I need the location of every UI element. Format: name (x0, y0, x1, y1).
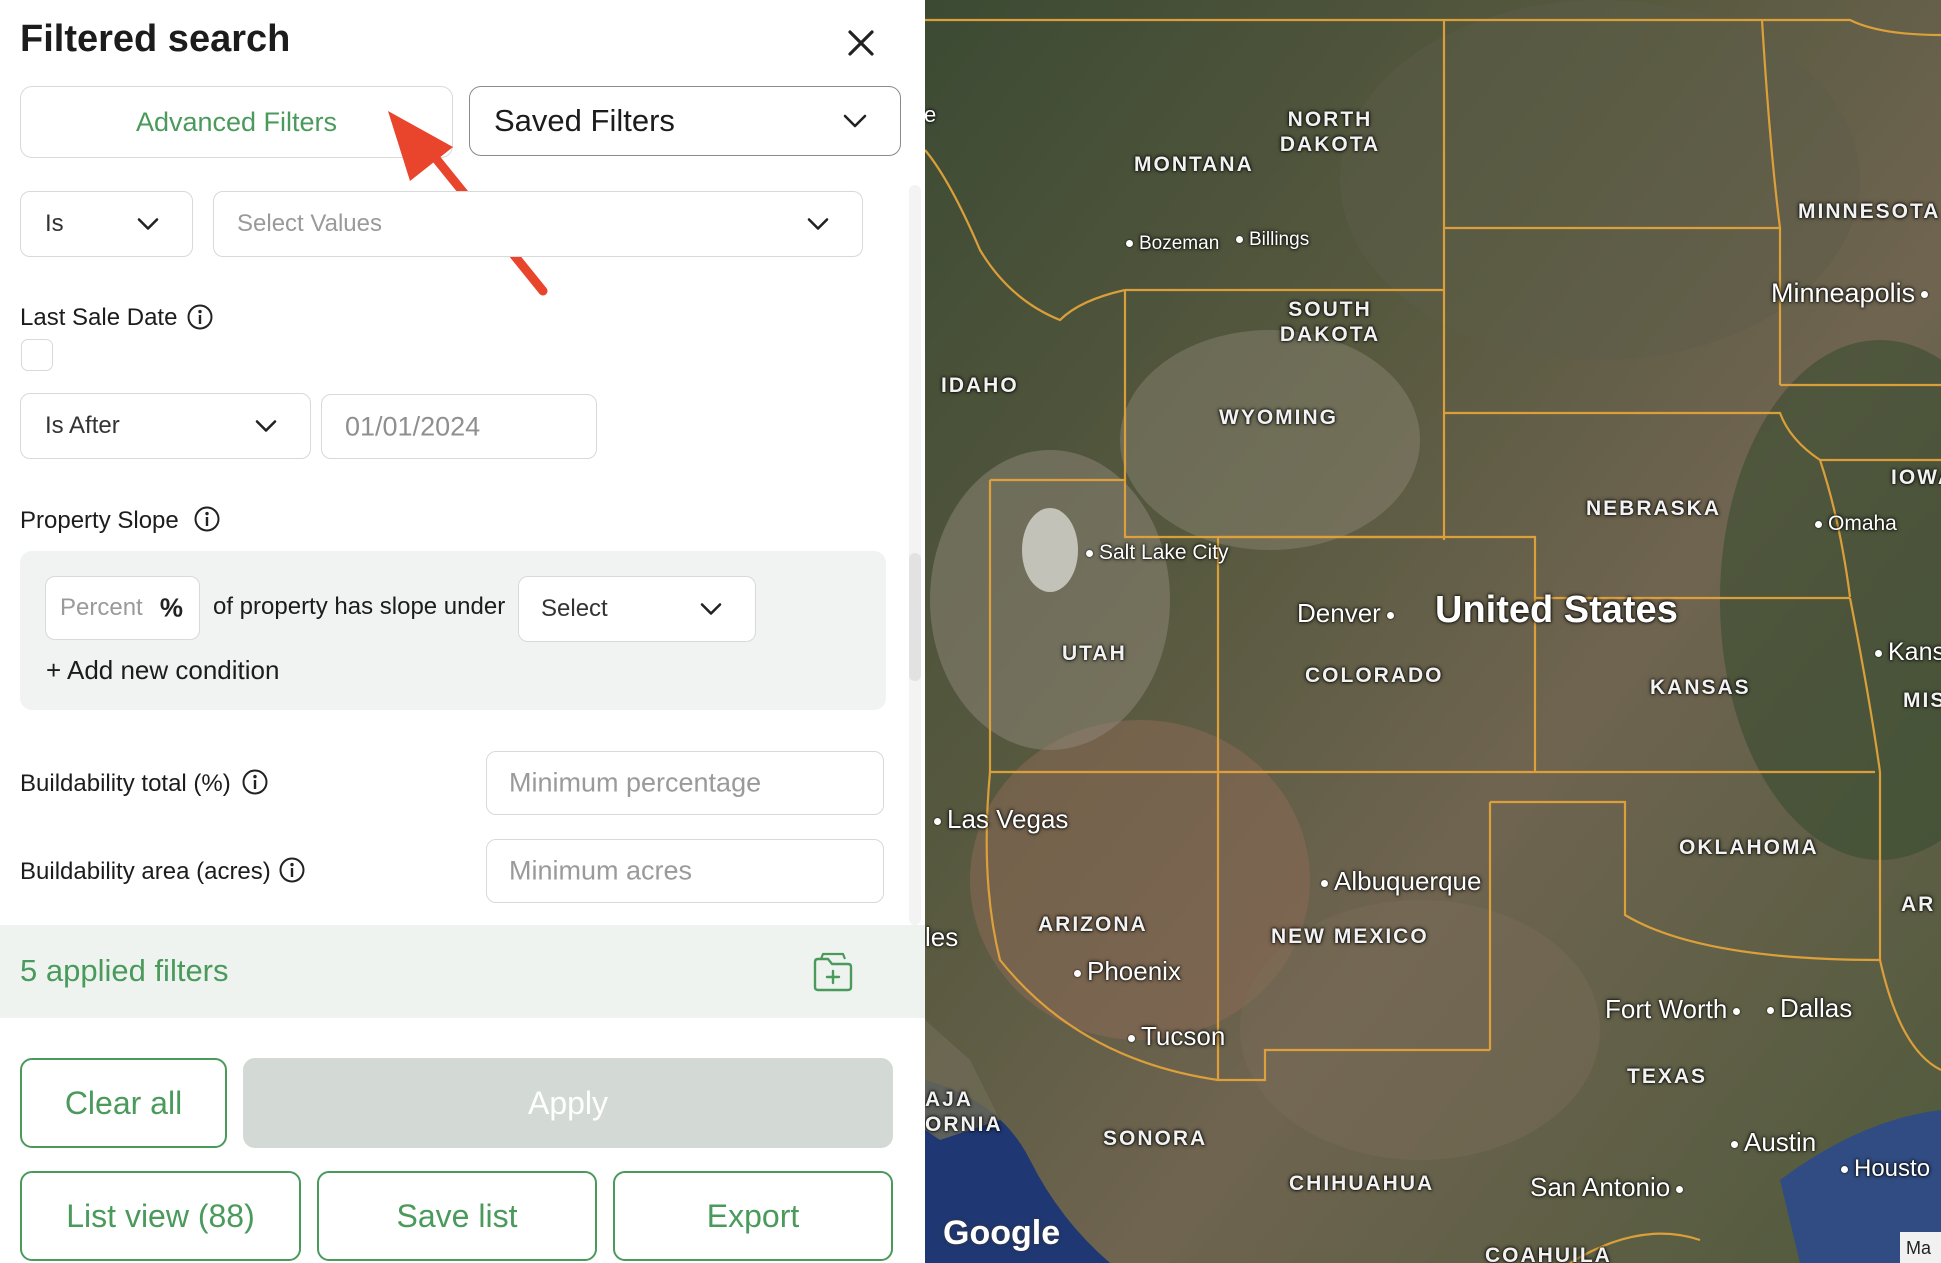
map-city-label: Tucson (1122, 1021, 1225, 1052)
map-city-label: Dallas (1761, 993, 1852, 1024)
map-state-label: ARIZONA (1038, 913, 1148, 936)
chevron-down-icon (700, 603, 722, 615)
buildability-area-input[interactable]: Minimum acres (486, 839, 884, 903)
buildability-total-input[interactable]: Minimum percentage (486, 751, 884, 815)
chevron-down-icon (843, 114, 867, 128)
map-edge-label: e (925, 102, 937, 127)
operator-value: Is (45, 210, 64, 237)
percent-symbol: % (159, 592, 183, 623)
applied-filters-count: 5 applied filters (20, 953, 229, 988)
map-country-label: United States (1435, 589, 1678, 631)
map-state-label: OKLAHOMA (1679, 836, 1819, 859)
map-state-label: WYOMING (1219, 406, 1338, 429)
map-state-label: MINNESOTA (1798, 200, 1941, 223)
select-values-dropdown[interactable]: Select Values (213, 191, 863, 257)
scrollbar-track[interactable] (909, 185, 921, 925)
buildability-total-label: Buildability total (%) (20, 770, 231, 797)
info-icon[interactable] (241, 768, 269, 796)
map-state-label: ORNIA (925, 1113, 1003, 1136)
list-view-button[interactable]: List view (88) (20, 1171, 301, 1261)
map-city-label: Kans (1869, 638, 1941, 667)
date-operator-dropdown[interactable]: Is After (20, 393, 311, 459)
close-icon[interactable] (842, 24, 880, 62)
clear-all-button[interactable]: Clear all (20, 1058, 227, 1148)
map-state-label: NEBRASKA (1586, 497, 1722, 520)
save-list-button[interactable]: Save list (317, 1171, 597, 1261)
map-city-label: Omaha (1809, 512, 1897, 536)
save-folder-icon[interactable] (811, 951, 855, 993)
map-terrain (925, 0, 1941, 1263)
map-state-label: MONTANA (1134, 153, 1254, 176)
map-city-label: Housto (1835, 1155, 1930, 1183)
satellite-map[interactable]: MONTANA NORTH DAKOTA SOUTH DAKOTA MINNES… (925, 0, 1941, 1263)
select-values-placeholder: Select Values (237, 210, 382, 237)
buildability-area-label: Buildability area (acres) (20, 858, 271, 885)
last-sale-date-checkbox[interactable] (21, 339, 53, 371)
chevron-down-icon (807, 218, 829, 230)
percent-input[interactable]: Percent % (45, 576, 200, 640)
map-city-label: Las Vegas (928, 804, 1068, 835)
property-slope-label: Property Slope (20, 507, 179, 534)
map-state-label: CHIHUAHUA (1289, 1172, 1435, 1195)
percent-placeholder: Percent (60, 594, 143, 621)
map-city-label: Bozeman (1120, 233, 1219, 255)
advanced-filters-label: Advanced Filters (135, 106, 338, 137)
chevron-down-icon (137, 218, 159, 230)
map-city-label: Austin (1725, 1127, 1816, 1158)
operator-dropdown[interactable]: Is (20, 191, 193, 257)
google-logo: Google (943, 1214, 1061, 1252)
map-city-label: Billings (1230, 229, 1309, 251)
info-icon[interactable] (278, 856, 306, 884)
map-state-label: SONORA (1103, 1127, 1208, 1150)
map-city-label: Albuquerque (1315, 866, 1481, 897)
applied-filters-bar: 5 applied filters (0, 925, 925, 1018)
map-city-label: Phoenix (1068, 956, 1181, 987)
map-city-label: San Antonio (1530, 1172, 1689, 1203)
panel-title: Filtered search (20, 18, 291, 60)
map-state-label: TEXAS (1627, 1065, 1708, 1088)
map-city-label: les (925, 922, 959, 952)
map-city-label: Salt Lake City (1080, 541, 1229, 565)
filter-panel: Filtered search Advanced Filters Saved F… (0, 0, 925, 1263)
scrollbar-thumb[interactable] (909, 553, 921, 681)
date-input[interactable]: 01/01/2024 (321, 394, 597, 459)
buildability-area-placeholder: Minimum acres (509, 855, 693, 886)
map-city-label: Denver (1297, 598, 1400, 629)
info-icon[interactable] (186, 303, 214, 331)
map-state-label: MIS (1903, 689, 1941, 712)
buildability-total-placeholder: Minimum percentage (509, 767, 762, 798)
map-state-label: COLORADO (1305, 664, 1444, 687)
map-state-label: IDAHO (941, 374, 1019, 397)
date-operator-value: Is After (45, 412, 120, 439)
slope-select-value: Select (541, 595, 608, 622)
chevron-down-icon (255, 420, 277, 432)
map-state-label: SOUTH DAKOTA (1279, 298, 1381, 346)
map-state-label: COAHUILA (1485, 1244, 1612, 1263)
export-button[interactable]: Export (613, 1171, 893, 1261)
map-city-label: Fort Worth (1605, 994, 1746, 1025)
apply-button[interactable]: Apply (243, 1058, 893, 1148)
map-state-label: NORTH DAKOTA (1279, 108, 1381, 156)
slope-select-dropdown[interactable]: Select (518, 576, 756, 642)
map-state-label: KANSAS (1650, 676, 1751, 699)
date-value: 01/01/2024 (345, 411, 481, 441)
map-state-label: NEW MEXICO (1271, 925, 1429, 948)
map-state-label: IOWA (1891, 466, 1941, 489)
slope-condition-box: Percent % of property has slope under Se… (20, 551, 886, 710)
add-condition-button[interactable]: + Add new condition (46, 655, 279, 686)
slope-condition-text: of property has slope under (213, 593, 506, 620)
last-sale-date-label: Last Sale Date (20, 304, 178, 331)
map-state-label: AJA (925, 1088, 974, 1111)
map-data-attribution[interactable]: Ma (1900, 1232, 1941, 1263)
info-icon[interactable] (193, 505, 221, 533)
map-state-label: AR (1901, 893, 1936, 916)
map-state-label: UTAH (1062, 642, 1127, 665)
map-city-label: Minneapolis (1771, 278, 1934, 309)
